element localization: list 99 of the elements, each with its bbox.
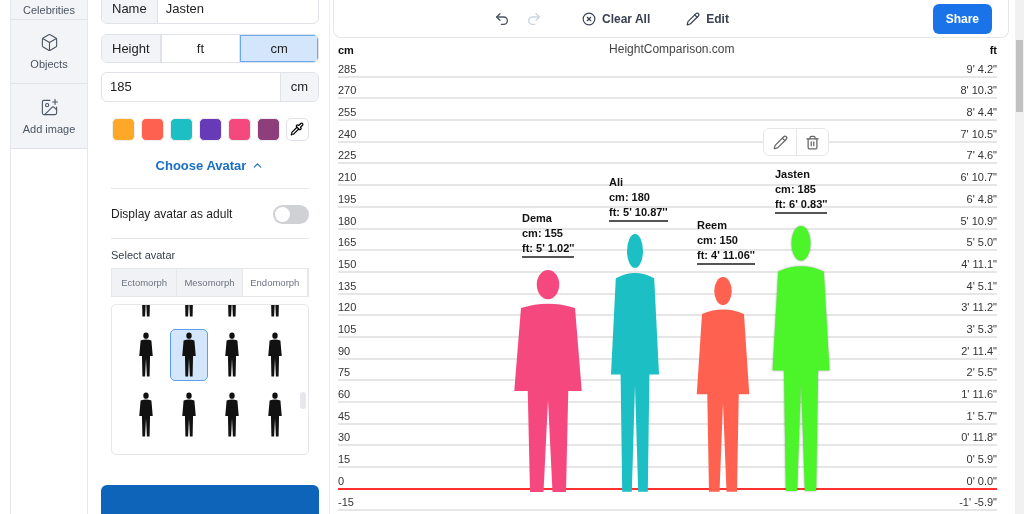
adult-label: Display avatar as adult (111, 207, 233, 222)
image-add-icon (39, 97, 59, 117)
tick-label: 75 (338, 366, 351, 380)
height-cm: cm: 185 (775, 183, 817, 196)
tick-label: 270 (338, 84, 357, 98)
select-avatar-label: Select avatar (111, 248, 177, 261)
tick-label: 5' 10.9" (960, 214, 997, 228)
choose-avatar-toggle[interactable]: Choose Avatar (149, 156, 271, 174)
tick-label: 0' 5.9" (966, 453, 997, 467)
tick-label: 0' 11.8" (961, 431, 997, 445)
tick-label: -1' -5.9" (959, 496, 997, 510)
color-swatch[interactable] (111, 117, 135, 141)
body-type-tab[interactable]: Mesomorph (177, 268, 243, 296)
tick-label: 2' 11.4" (961, 344, 997, 358)
tick-label: 7' 4.6" (966, 149, 997, 163)
tick-label: 6' 4.8" (966, 192, 997, 206)
tick-label: 45 (338, 409, 351, 423)
person-name: Reem (697, 219, 728, 231)
site-caption: HeightComparison.com (609, 42, 735, 56)
field-label: Height (102, 34, 161, 63)
redo-icon (526, 10, 542, 27)
tick-label: 1' 5.7" (966, 409, 997, 423)
avatar-silhouette (136, 391, 155, 438)
scrollbar[interactable] (1015, 0, 1024, 514)
height-ft: ft: 5' 10.87'' (609, 205, 668, 222)
axis-unit: ft (989, 44, 997, 56)
tick-label: 195 (338, 192, 357, 206)
tick-label: 210 (338, 171, 357, 185)
person-name: Jasten (775, 168, 811, 181)
undo-icon (494, 10, 510, 27)
share-button[interactable]: Share (932, 3, 992, 34)
color-swatch[interactable] (256, 117, 280, 141)
tick-label: 255 (338, 106, 357, 120)
tick-label: 180 (338, 214, 357, 228)
tick-label: 6' 10.7" (960, 171, 997, 185)
clear-all-button[interactable]: Clear All (582, 11, 651, 26)
tick-label: 240 (338, 127, 357, 141)
body-type-tab[interactable]: Ectomorph (112, 268, 178, 296)
eyedropper-icon (290, 122, 304, 137)
avatar-option[interactable] (169, 328, 208, 381)
trash-icon (805, 134, 820, 150)
color-swatch[interactable] (198, 117, 222, 141)
tick-label: 135 (338, 279, 357, 293)
tick-label: 150 (338, 257, 357, 271)
tick-label: 165 (338, 236, 357, 250)
avatar-silhouette (179, 391, 198, 438)
eyedropper-button[interactable] (285, 117, 309, 141)
tick-label: 105 (338, 322, 357, 336)
tick-label: 3' 5.3" (966, 322, 997, 336)
tick-label: 1' 11.6" (961, 388, 997, 401)
undo-button[interactable] (494, 10, 510, 27)
unit-toggle[interactable]: cm (239, 34, 318, 63)
tick-label: -15 (338, 496, 354, 510)
tick-label: 4' 5.1" (966, 279, 997, 293)
avatar-silhouette (265, 331, 284, 378)
tick-label: 4' 11.1" (961, 257, 997, 271)
cube-icon (39, 33, 59, 52)
edit-button[interactable]: Edit (686, 11, 729, 26)
tick-label: 0 (338, 474, 345, 488)
tick-label: 0' 0.0" (966, 474, 997, 488)
avatar-silhouette (222, 391, 241, 438)
height-ft: ft: 5' 1.02'' (522, 241, 575, 258)
height-cm: cm: 150 (697, 234, 739, 246)
height-cm: cm: 155 (522, 226, 564, 239)
pencil-icon (772, 134, 788, 150)
avatar-silhouette (179, 331, 198, 378)
person-name: Dema (522, 211, 553, 224)
nav-item[interactable]: Add image (11, 84, 87, 149)
height-ft: ft: 4' 11.06'' (697, 249, 755, 265)
tick-label: 90 (338, 344, 351, 358)
avatar-silhouette (136, 331, 155, 378)
tick-label: 8' 10.3" (960, 84, 997, 98)
color-swatch[interactable] (227, 117, 251, 141)
avatar-silhouette (265, 391, 284, 438)
tick-label: 120 (338, 301, 357, 315)
adult-switch[interactable] (273, 204, 309, 224)
tick-label: 30 (338, 431, 351, 445)
color-swatch[interactable] (169, 117, 193, 141)
nav-item[interactable]: Objects (11, 20, 87, 84)
scroll-thumb[interactable] (300, 391, 306, 409)
tick-label: 9' 4.2" (966, 62, 997, 76)
tick-label: 7' 10.5" (960, 127, 997, 141)
nav-item[interactable]: Celebrities (11, 0, 87, 20)
person-name: Ali (609, 175, 625, 188)
tick-label: 5' 5.0" (966, 236, 997, 250)
height-cm: cm: 180 (609, 190, 651, 203)
tick-label: 285 (338, 62, 357, 76)
color-swatch[interactable] (140, 117, 164, 141)
tick-label: 15 (338, 453, 351, 467)
tick-label: 8' 4.4" (966, 106, 997, 120)
pencil-icon (686, 11, 701, 26)
tick-label: 225 (338, 149, 357, 163)
tick-label: 60 (338, 388, 351, 401)
height-ft: ft: 6' 0.83'' (775, 198, 828, 215)
tick-label: 3' 11.2" (961, 301, 997, 315)
avatar-silhouette (222, 331, 241, 378)
clear-icon (582, 11, 596, 26)
axis-unit: cm (338, 44, 354, 56)
tick-label: 2' 5.5" (966, 366, 997, 380)
